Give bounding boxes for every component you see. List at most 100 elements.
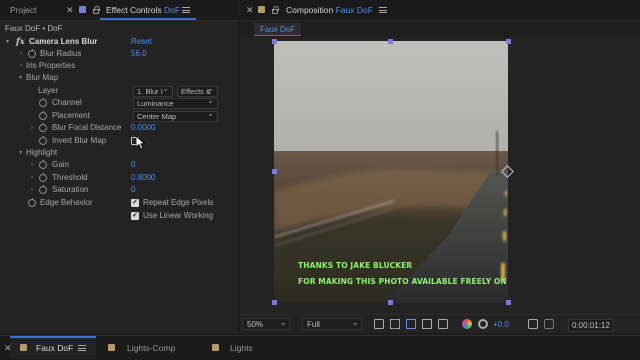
saturation-value[interactable]: 0 (131, 184, 135, 196)
twirl-open-icon[interactable]: ▾ (19, 147, 22, 159)
channel-icon[interactable] (462, 319, 472, 329)
tab-effect-controls-target: DoF (163, 5, 181, 15)
property-row-channel: Channel Luminance (0, 97, 238, 109)
transform-handle-bm[interactable] (388, 300, 393, 305)
placement-dropdown[interactable]: Center Map (133, 110, 218, 122)
comp-nav-tab[interactable]: Faux DoF (254, 23, 302, 36)
blur-radius-value[interactable]: 56.0 (131, 48, 147, 60)
stopwatch-icon[interactable] (39, 173, 47, 182)
threshold-label: Threshold (52, 173, 88, 182)
stopwatch-icon[interactable] (28, 49, 36, 58)
use-linear-working-checkbox[interactable]: ✓ (131, 212, 139, 220)
property-row-gain: › Gain 0 (0, 159, 238, 171)
transform-handle-br[interactable] (506, 300, 511, 305)
lock-icon[interactable] (272, 0, 279, 21)
blur-map-label: Blur Map (26, 73, 59, 82)
twirl-icon[interactable]: › (31, 159, 33, 171)
layer-source-dropdown[interactable]: Effects & (177, 85, 218, 97)
comp-color-swatch (108, 344, 115, 351)
zoom-dropdown[interactable]: 50% (242, 316, 290, 330)
timeline-tab-lights[interactable]: Lights (230, 338, 253, 358)
mask-visibility-icon[interactable] (406, 319, 416, 329)
property-row-blur-map: ▾ Blur Map (0, 72, 238, 84)
show-snapshot-icon[interactable] (544, 319, 554, 329)
timecode[interactable]: 0:00:01:12 (568, 319, 614, 332)
camera-snapshot-icon[interactable] (528, 319, 538, 329)
property-row-iris: › Iris Properties (0, 60, 238, 72)
transform-handle-ml[interactable] (272, 169, 277, 174)
transparency-grid-icon[interactable] (390, 319, 400, 329)
safe-margins-icon[interactable] (438, 319, 448, 329)
property-row-layer: Layer 1. Blur I Effects & (0, 85, 238, 97)
property-row-highlight: ▾ Highlight (0, 147, 238, 159)
transform-handle-bl[interactable] (272, 300, 277, 305)
stopwatch-icon[interactable] (39, 185, 47, 194)
tab-project[interactable]: Project (10, 0, 36, 21)
timeline-tab-faux-dof[interactable]: Faux DoF (36, 338, 73, 358)
effect-name: Camera Lens Blur (29, 37, 98, 46)
layer-dropdown[interactable]: 1. Blur I (133, 85, 173, 97)
twirl-icon[interactable]: › (31, 184, 33, 196)
stopwatch-icon[interactable] (39, 160, 47, 169)
stopwatch-icon[interactable] (39, 98, 47, 107)
edge-behavior-label: Edge Behavior (40, 198, 93, 207)
repeat-edge-pixels-checkbox[interactable]: ✓ (131, 199, 139, 207)
threshold-value[interactable]: 0.8000 (131, 172, 155, 184)
transform-handle-tm[interactable] (388, 39, 393, 44)
fx-toggle[interactable]: fx (16, 36, 25, 48)
stopwatch-icon[interactable] (28, 198, 36, 207)
breadcrumb: Faux DoF • DoF (5, 24, 63, 33)
transform-handle-tl[interactable] (272, 39, 277, 44)
blur-focal-distance-label: Blur Focal Distance (52, 123, 122, 132)
exposure-value[interactable]: +0.0 (493, 319, 509, 330)
reset-link[interactable]: Reset (131, 36, 152, 48)
exposure-reset-icon[interactable] (478, 319, 488, 329)
resolution-dropdown[interactable]: Full (302, 316, 362, 330)
twirl-icon[interactable]: › (20, 60, 22, 72)
property-row-saturation: › Saturation 0 (0, 184, 238, 196)
effect-controls-panel: Project ✕ Effect Controls DoF Faux DoF •… (0, 0, 238, 333)
comp-tab-bar: ✕ Composition Faux DoF (240, 0, 640, 21)
stopwatch-icon[interactable] (39, 136, 47, 145)
panel-menu-icon[interactable] (78, 338, 86, 358)
timeline-swatch-wrap (212, 338, 219, 358)
tab-composition-target: Faux DoF (335, 5, 373, 15)
timeline-tab-bar: ✕ Faux DoF Lights-Comp Lights (0, 335, 640, 360)
comp-color-swatch (20, 344, 27, 351)
close-icon[interactable]: ✕ (66, 0, 74, 21)
gain-value[interactable]: 0 (131, 159, 135, 171)
twirl-open-icon[interactable]: ▾ (19, 72, 22, 84)
transform-handle-tr[interactable] (506, 39, 511, 44)
timeline-tab-lights-comp[interactable]: Lights-Comp (127, 338, 175, 358)
tab-composition[interactable]: Composition Faux DoF (286, 0, 373, 21)
timeline-swatch-wrap (108, 338, 115, 358)
property-row-invert-blur-map: Invert Blur Map (0, 135, 238, 147)
twirl-icon[interactable]: › (31, 172, 33, 184)
layer-color-swatch (79, 6, 86, 13)
close-icon[interactable]: ✕ (4, 338, 12, 358)
panel-menu-icon[interactable] (379, 0, 387, 21)
credit-line-2: FOR MAKING THIS PHOTO AVAILABLE FREELY O… (298, 277, 508, 286)
tab-effect-controls-label: Effect Controls (106, 5, 162, 15)
snapshot-region-icon[interactable] (374, 319, 384, 329)
comp-color-swatch (258, 6, 265, 13)
highlight-label: Highlight (26, 148, 58, 157)
repeat-edge-pixels-label: Repeat Edge Pixels (143, 198, 214, 207)
twirl-icon[interactable]: › (20, 48, 22, 60)
collapse-twirl-icon[interactable]: ▾ (6, 36, 9, 48)
stopwatch-icon[interactable] (39, 123, 47, 132)
stopwatch-icon[interactable] (39, 111, 47, 120)
lock-icon[interactable] (93, 0, 100, 21)
timeline-swatch-wrap (20, 338, 27, 358)
effect-header-row[interactable]: ▾ fx Camera Lens Blur Reset (0, 36, 238, 48)
property-row-blur-focal-distance: › Blur Focal Distance 0.0000 (0, 122, 238, 134)
channel-dropdown[interactable]: Luminance (133, 97, 218, 109)
tab-composition-label: Composition (286, 5, 334, 15)
road-photo: THANKS TO JAKE BLUCKER FOR MAKING THIS P… (274, 41, 508, 303)
composition-viewer[interactable]: THANKS TO JAKE BLUCKER FOR MAKING THIS P… (240, 37, 640, 314)
guides-icon[interactable] (422, 319, 432, 329)
iris-properties-label: Iris Properties (26, 61, 76, 70)
twirl-icon[interactable]: › (31, 122, 33, 134)
close-icon[interactable]: ✕ (246, 0, 254, 21)
blur-focal-distance-value[interactable]: 0.0000 (131, 122, 155, 134)
